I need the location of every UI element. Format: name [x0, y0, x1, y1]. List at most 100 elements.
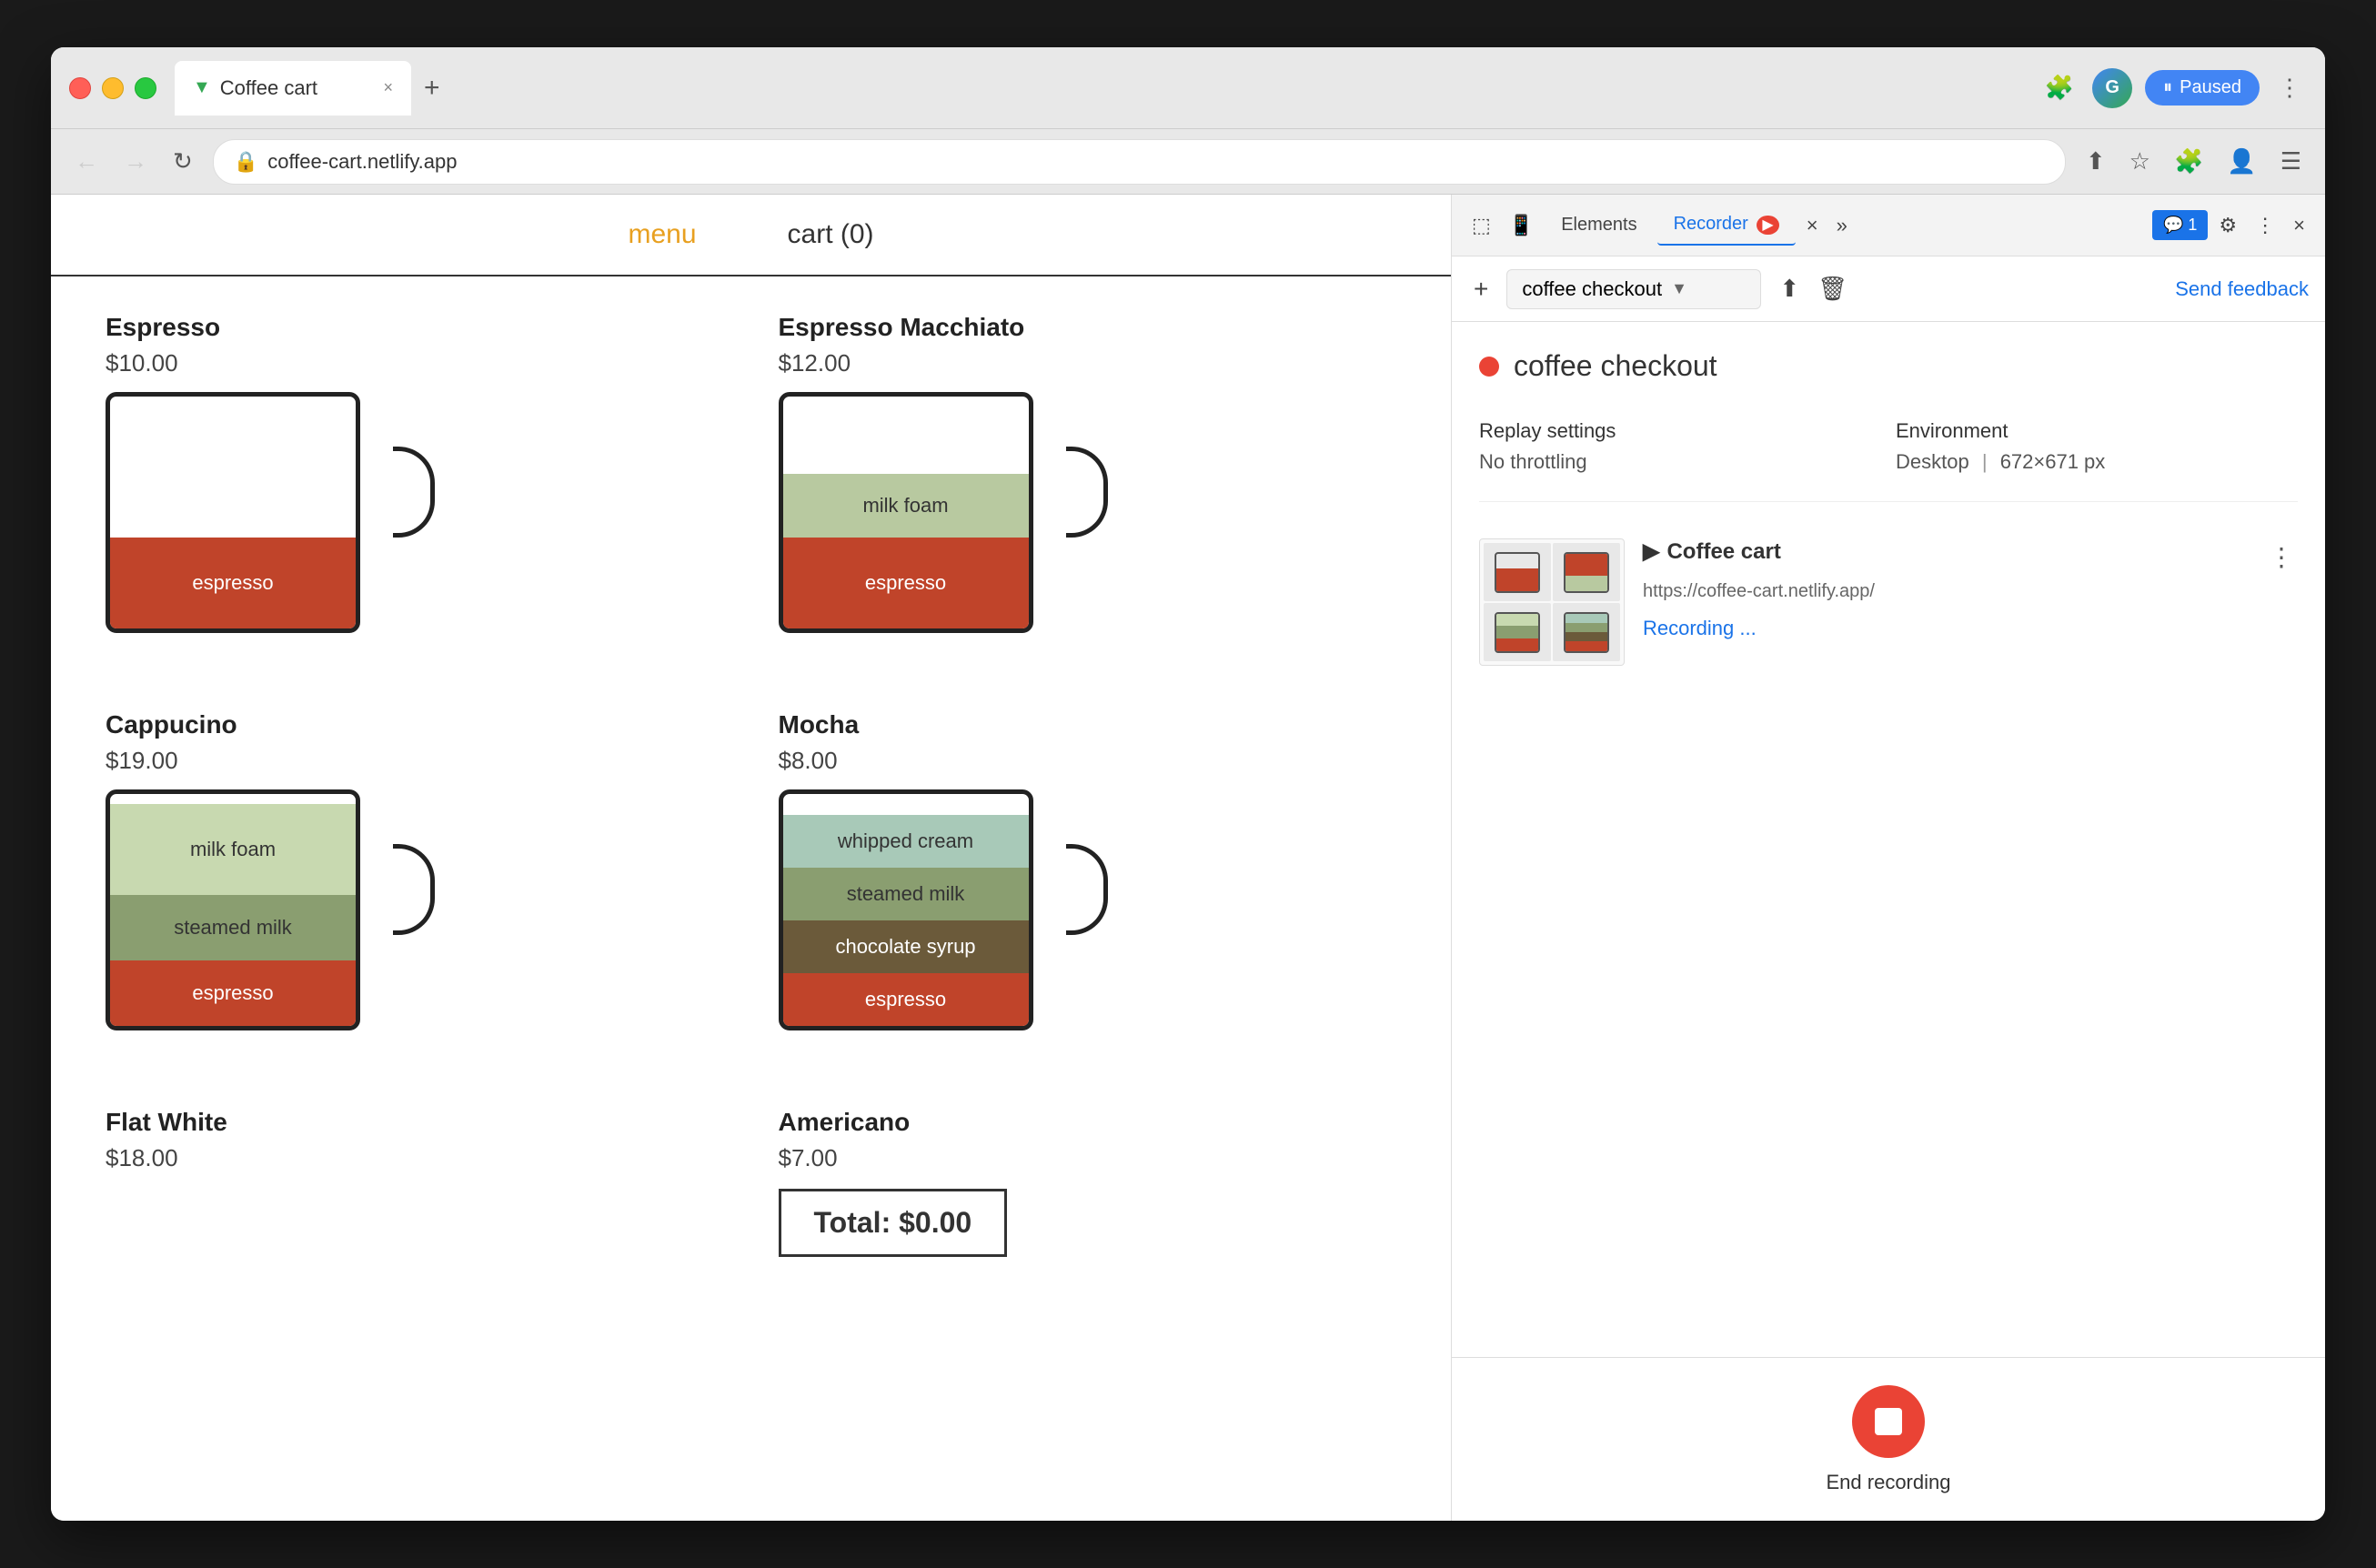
tab-title: Coffee cart	[220, 76, 317, 100]
replay-settings-label: Replay settings	[1479, 419, 1881, 443]
profile-area: 🧩 G ⏸ Paused ⋮	[2039, 68, 2307, 108]
devtools-more-tabs-icon[interactable]: »	[1829, 206, 1855, 245]
whipped-cream-layer-mo: whipped cream	[783, 815, 1029, 868]
recording-info: ▶ Coffee cart ⋮ https://coffee-cart.netl…	[1643, 538, 2298, 640]
espresso-layer-mo: espresso	[783, 973, 1029, 1026]
recording-options-button[interactable]: ⋮	[2265, 538, 2298, 576]
product-cappucino[interactable]: Cappucino $19.00 espresso steamed milk m…	[106, 710, 724, 1062]
select-arrow-icon: ▼	[1671, 279, 1687, 298]
product-flat-white[interactable]: Flat White $18.00	[106, 1108, 724, 1257]
devtools-settings-icon[interactable]: ⚙	[2211, 206, 2244, 245]
thumb-cell-4	[1553, 603, 1620, 661]
milk-foam-layer-c: milk foam	[110, 804, 356, 895]
devtools-chat-icon[interactable]: 💬 1	[2152, 210, 2208, 240]
url-text: coffee-cart.netlify.app	[267, 150, 457, 174]
recording-title-text: coffee checkout	[1514, 349, 1717, 383]
recording-thumbnail	[1479, 538, 1625, 666]
close-traffic-light[interactable]	[69, 77, 91, 99]
product-espresso-macchiato[interactable]: Espresso Macchiato $12.00 espresso milk …	[779, 313, 1397, 665]
tab-close-button[interactable]: ×	[383, 78, 393, 97]
titlebar: ▼ Coffee cart × + 🧩 G ⏸ Paused ⋮	[51, 47, 2325, 129]
recording-status[interactable]: Recording ...	[1643, 617, 2298, 640]
list-icon[interactable]: ☰	[2275, 142, 2307, 181]
traffic-lights	[69, 77, 156, 99]
maximize-traffic-light[interactable]	[135, 77, 156, 99]
devtools-panel: ⬚ 📱 Elements Recorder ▶ × » 💬 1 ⚙ ⋮ × + …	[1452, 195, 2325, 1521]
coffee-cup-cappucino: espresso steamed milk milk foam	[106, 789, 397, 1062]
replay-settings-section: Replay settings No throttling Environmen…	[1479, 419, 2298, 502]
cup-handle-c	[393, 844, 435, 935]
menu-nav-link[interactable]: menu	[628, 219, 696, 250]
chrome-menu-icon[interactable]: ⋮	[2272, 68, 2307, 107]
devtools-footer: End recording	[1452, 1357, 2325, 1521]
cart-nav-link[interactable]: cart (0)	[788, 219, 874, 250]
product-price-espresso-macchiato: $12.00	[779, 349, 1397, 377]
devtools-device-icon[interactable]: 📱	[1502, 206, 1541, 245]
address-bar: ← → ↻ 🔒 coffee-cart.netlify.app ⬆ ☆ 🧩 👤 …	[51, 129, 2325, 195]
browser-window: ▼ Coffee cart × + 🧩 G ⏸ Paused ⋮ ← → ↻ 🔒…	[51, 47, 2325, 1521]
thumb-cell-2	[1553, 543, 1620, 601]
environment-value: Desktop | 672×671 px	[1896, 450, 2298, 474]
back-button[interactable]: ←	[69, 142, 104, 181]
product-espresso[interactable]: Espresso $10.00 espresso	[106, 313, 724, 665]
address-field[interactable]: 🔒 coffee-cart.netlify.app	[213, 139, 2066, 185]
site-nav: menu cart (0)	[51, 195, 1451, 276]
main-content: menu cart (0) Espresso $10.00 espresso	[51, 195, 2325, 1521]
product-price-mocha: $8.00	[779, 747, 1397, 775]
extensions-icon[interactable]: 🧩	[2039, 68, 2079, 107]
product-americano[interactable]: Americano $7.00 Total: $0.00	[779, 1108, 1397, 1257]
stop-icon	[1875, 1408, 1902, 1435]
export-recording-button[interactable]: ⬆	[1774, 269, 1805, 308]
profile-avatar[interactable]: G	[2092, 68, 2132, 108]
recording-site-name[interactable]: ▶ Coffee cart	[1643, 538, 1781, 565]
product-name-flat-white: Flat White	[106, 1108, 724, 1137]
website-content: menu cart (0) Espresso $10.00 espresso	[51, 195, 1452, 1521]
devtools-inspect-icon[interactable]: ⬚	[1465, 206, 1498, 245]
product-mocha[interactable]: Mocha $8.00 espresso chocolate syrup ste…	[779, 710, 1397, 1062]
stop-recording-button[interactable]	[1852, 1385, 1925, 1458]
environment-col: Environment Desktop | 672×671 px	[1896, 419, 2298, 474]
products-grid: Espresso $10.00 espresso	[106, 313, 1396, 1257]
tab-favicon-icon: ▼	[193, 77, 211, 98]
devtools-close-tab-icon[interactable]: ×	[1799, 206, 1826, 245]
product-name-americano: Americano	[779, 1108, 1397, 1137]
product-name-espresso: Espresso	[106, 313, 724, 342]
security-icon: 🔒	[234, 150, 258, 174]
recording-entry: ▶ Coffee cart ⋮ https://coffee-cart.netl…	[1479, 529, 2298, 675]
toolbar-icons: ⬆ ☆ 🧩 👤 ☰	[2080, 142, 2307, 181]
add-recording-button[interactable]: +	[1468, 269, 1494, 309]
devtools-close-icon[interactable]: ×	[2286, 206, 2312, 245]
cup-handle-mo	[1066, 844, 1108, 935]
recording-url: https://coffee-cart.netlify.app/	[1643, 581, 2298, 602]
share-icon[interactable]: ⬆	[2080, 142, 2111, 181]
send-feedback-link[interactable]: Send feedback	[2175, 277, 2309, 301]
profile-switcher-icon[interactable]: 👤	[2221, 142, 2261, 181]
thumb-cell-3	[1484, 603, 1551, 661]
recording-active-dot	[1479, 357, 1499, 377]
espresso-layer-c: espresso	[110, 960, 356, 1026]
recorder-action-buttons: ⬆ 🗑	[1774, 269, 1853, 308]
espresso-layer: espresso	[110, 538, 356, 628]
bookmark-star-icon[interactable]: ☆	[2124, 142, 2156, 181]
new-tab-button[interactable]: +	[415, 73, 449, 104]
browser-tab[interactable]: ▼ Coffee cart ×	[175, 61, 411, 116]
tab-elements[interactable]: Elements	[1545, 206, 1653, 245]
chocolate-syrup-layer-mo: chocolate syrup	[783, 920, 1029, 973]
recording-title: coffee checkout	[1479, 349, 2298, 383]
product-price-espresso: $10.00	[106, 349, 724, 377]
reload-button[interactable]: ↻	[167, 142, 198, 181]
cup-handle	[393, 447, 435, 538]
minimize-traffic-light[interactable]	[102, 77, 124, 99]
extensions-puzzle-icon[interactable]: 🧩	[2169, 142, 2209, 181]
steamed-milk-layer-mo: steamed milk	[783, 868, 1029, 920]
forward-button[interactable]: →	[118, 142, 153, 181]
delete-recording-button[interactable]: 🗑	[1812, 269, 1853, 308]
espresso-layer-m: espresso	[783, 538, 1029, 628]
devtools-kebab-icon[interactable]: ⋮	[2248, 206, 2282, 245]
tab-bar: ▼ Coffee cart × +	[175, 61, 2021, 116]
recorder-toolbar: + coffee checkout ▼ ⬆ 🗑 Send feedback	[1452, 256, 2325, 322]
recording-select[interactable]: coffee checkout ▼	[1506, 269, 1761, 309]
replay-settings-col: Replay settings No throttling	[1479, 419, 1881, 474]
tab-recorder[interactable]: Recorder ▶	[1657, 205, 1796, 246]
paused-button[interactable]: ⏸ Paused	[2145, 70, 2260, 106]
